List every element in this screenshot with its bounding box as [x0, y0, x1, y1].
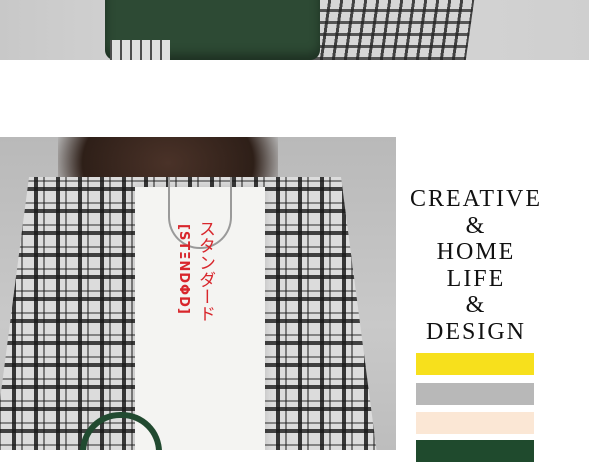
tshirt-print-latin: [STΞNDΦD]	[176, 224, 191, 315]
color-swatch-dark-green[interactable]	[416, 440, 534, 462]
plaid-sleeve	[110, 40, 170, 60]
tagline-line: CREATIVE	[410, 186, 542, 212]
color-swatch-yellow[interactable]	[416, 353, 534, 375]
tagline-line: &	[465, 292, 487, 318]
top-product-photo	[0, 0, 589, 60]
tshirt-print-japanese: スタンダード	[195, 220, 215, 322]
tagline-line: HOME	[436, 239, 516, 265]
tagline-line: &	[465, 212, 487, 239]
plaid-shirt-fabric	[295, 0, 475, 60]
color-swatch-gray[interactable]	[416, 383, 534, 405]
tagline-line: LIFE	[446, 265, 506, 292]
tagline-line: DESIGN	[426, 318, 526, 345]
model-photo: スタンダード [STΞNDΦD]	[0, 137, 396, 450]
color-swatch-cream[interactable]	[416, 412, 534, 434]
brand-tagline: CREATIVE & HOME LIFE & DESIGN	[405, 186, 547, 345]
